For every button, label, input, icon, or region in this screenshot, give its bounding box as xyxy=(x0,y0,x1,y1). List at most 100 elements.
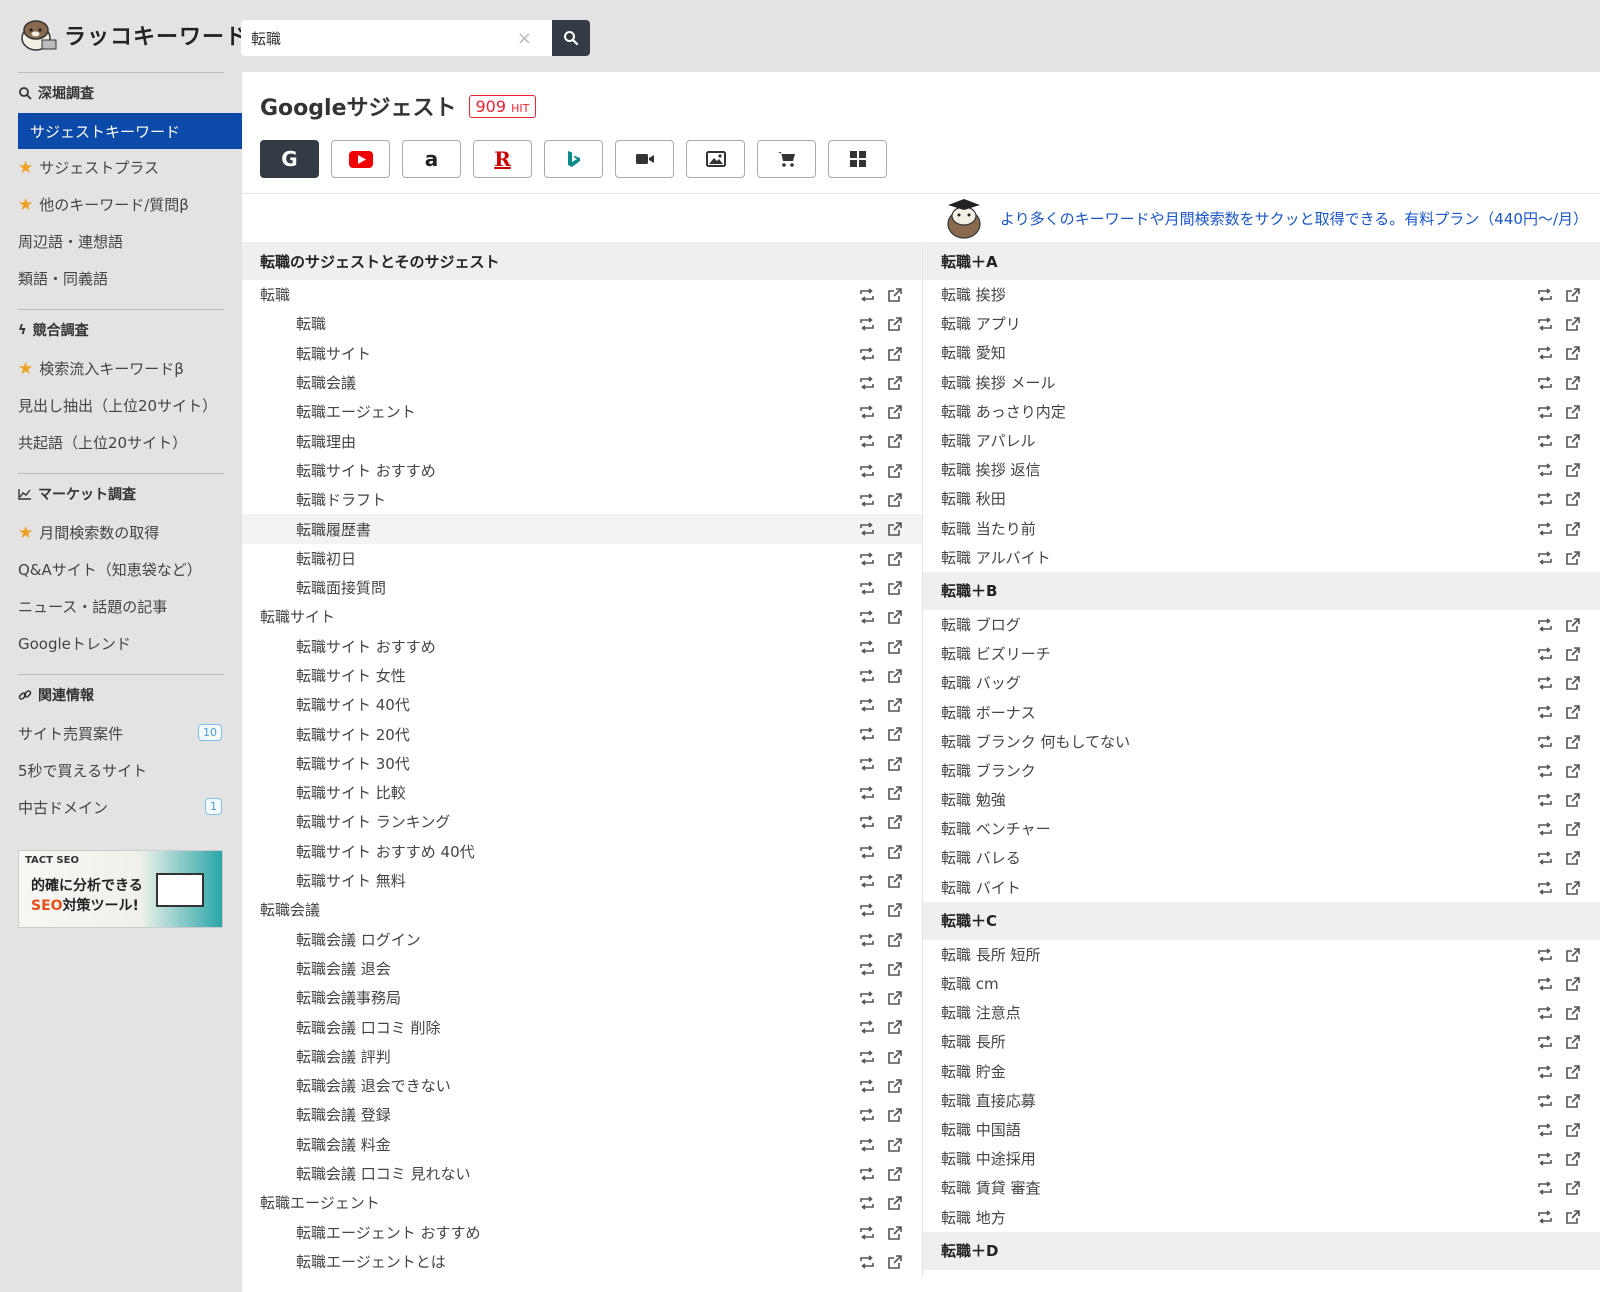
repeat-icon[interactable] xyxy=(858,725,876,743)
external-link-icon[interactable] xyxy=(886,520,904,538)
keyword-row[interactable]: 転職会議 退会 xyxy=(242,954,922,983)
keyword-row[interactable]: 転職サイト おすすめ 40代 xyxy=(242,837,922,866)
keyword-text[interactable]: 転職サイト 無料 xyxy=(296,870,406,891)
keyword-row[interactable]: 転職 中国語 xyxy=(923,1115,1600,1144)
keyword-text[interactable]: 転職 アプリ xyxy=(941,313,1021,334)
sidebar-item-news[interactable]: ニュース・話題の記事 xyxy=(0,588,242,625)
sidebar-item-instant-sites[interactable]: 5秒で買えるサイト xyxy=(0,752,242,789)
repeat-icon[interactable] xyxy=(1536,461,1554,479)
keyword-row[interactable]: 転職 注意点 xyxy=(923,998,1600,1027)
keyword-text[interactable]: 転職 あっさり内定 xyxy=(941,401,1066,422)
repeat-icon[interactable] xyxy=(858,696,876,714)
external-link-icon[interactable] xyxy=(886,1048,904,1066)
external-link-icon[interactable] xyxy=(1564,616,1582,634)
keyword-row[interactable]: 転職サイト おすすめ xyxy=(242,456,922,485)
repeat-icon[interactable] xyxy=(858,1077,876,1095)
keyword-row[interactable]: 転職 ブログ xyxy=(923,610,1600,639)
clear-icon[interactable]: × xyxy=(517,28,532,49)
external-link-icon[interactable] xyxy=(886,931,904,949)
keyword-row[interactable]: 転職エージェント xyxy=(242,397,922,426)
keyword-text[interactable]: 転職 バレる xyxy=(941,847,1021,868)
external-link-icon[interactable] xyxy=(886,667,904,685)
keyword-text[interactable]: 転職 ベンチャー xyxy=(941,818,1051,839)
keyword-text[interactable]: 転職エージェント おすすめ xyxy=(296,1222,480,1243)
keyword-text[interactable]: 転職 ブランク xyxy=(941,760,1036,781)
keyword-text[interactable]: 転職 長所 xyxy=(941,1031,1006,1052)
keyword-row[interactable]: 転職 長所 短所 xyxy=(923,940,1600,969)
external-link-icon[interactable] xyxy=(886,1106,904,1124)
keyword-text[interactable]: 転職面接質問 xyxy=(296,577,386,598)
external-link-icon[interactable] xyxy=(886,462,904,480)
external-link-icon[interactable] xyxy=(1564,1004,1582,1022)
keyword-row[interactable]: 転職会議 料金 xyxy=(242,1130,922,1159)
external-link-icon[interactable] xyxy=(886,1018,904,1036)
sidebar-item-related-words[interactable]: 周辺語・連想語 xyxy=(0,223,242,260)
repeat-icon[interactable] xyxy=(1536,849,1554,867)
repeat-icon[interactable] xyxy=(1536,1179,1554,1197)
keyword-row[interactable]: 転職エージェント おすすめ xyxy=(242,1218,922,1247)
tab-google[interactable]: G xyxy=(260,140,319,178)
keyword-row[interactable]: 転職 バイト xyxy=(923,873,1600,902)
keyword-text[interactable]: 転職エージェント xyxy=(260,1192,380,1213)
keyword-text[interactable]: 転職 ビズリーチ xyxy=(941,643,1051,664)
keyword-text[interactable]: 転職ドラフト xyxy=(296,489,386,510)
keyword-row[interactable]: 転職サイト xyxy=(242,602,922,631)
keyword-row[interactable]: 転職会議 xyxy=(242,895,922,924)
keyword-row[interactable]: 転職 貯金 xyxy=(923,1057,1600,1086)
keyword-text[interactable]: 転職 挨拶 返信 xyxy=(941,459,1041,480)
keyword-text[interactable]: 転職エージェントとは xyxy=(296,1251,446,1272)
external-link-icon[interactable] xyxy=(1564,344,1582,362)
repeat-icon[interactable] xyxy=(1536,549,1554,567)
keyword-text[interactable]: 転職履歴書 xyxy=(296,519,371,540)
external-link-icon[interactable] xyxy=(886,638,904,656)
external-link-icon[interactable] xyxy=(1564,1179,1582,1197)
external-link-icon[interactable] xyxy=(886,813,904,831)
keyword-row[interactable]: 転職 アルバイト xyxy=(923,543,1600,572)
repeat-icon[interactable] xyxy=(1536,1033,1554,1051)
keyword-row[interactable]: 転職サイト 女性 xyxy=(242,661,922,690)
external-link-icon[interactable] xyxy=(1564,461,1582,479)
keyword-row[interactable]: 転職 アパレル xyxy=(923,426,1600,455)
keyword-text[interactable]: 転職 貯金 xyxy=(941,1061,1006,1082)
keyword-text[interactable]: 転職サイト 40代 xyxy=(296,694,410,715)
keyword-text[interactable]: 転職会議 料金 xyxy=(296,1134,391,1155)
keyword-text[interactable]: 転職 注意点 xyxy=(941,1002,1021,1023)
external-link-icon[interactable] xyxy=(1564,432,1582,450)
repeat-icon[interactable] xyxy=(858,931,876,949)
keyword-text[interactable]: 転職 cm xyxy=(941,973,999,994)
keyword-text[interactable]: 転職会議事務局 xyxy=(296,987,401,1008)
keyword-row[interactable]: 転職 ビズリーチ xyxy=(923,639,1600,668)
keyword-text[interactable]: 転職 中途採用 xyxy=(941,1148,1036,1169)
keyword-row[interactable]: 転職会議 登録 xyxy=(242,1100,922,1129)
keyword-text[interactable]: 転職 当たり前 xyxy=(941,518,1036,539)
keyword-text[interactable]: 転職エージェント xyxy=(296,401,416,422)
repeat-icon[interactable] xyxy=(858,345,876,363)
keyword-row[interactable]: 転職サイト おすすめ xyxy=(242,632,922,661)
keyword-row[interactable]: 転職 ブランク xyxy=(923,756,1600,785)
keyword-text[interactable]: 転職 ボーナス xyxy=(941,702,1036,723)
repeat-icon[interactable] xyxy=(1536,1150,1554,1168)
sidebar-item-synonyms[interactable]: 類語・同義語 xyxy=(0,260,242,297)
external-link-icon[interactable] xyxy=(886,403,904,421)
external-link-icon[interactable] xyxy=(886,345,904,363)
keyword-text[interactable]: 転職サイト 女性 xyxy=(296,665,406,686)
keyword-row[interactable]: 転職 当たり前 xyxy=(923,514,1600,543)
keyword-text[interactable]: 転職サイト おすすめ 40代 xyxy=(296,841,475,862)
keyword-row[interactable]: 転職 挨拶 メール xyxy=(923,368,1600,397)
external-link-icon[interactable] xyxy=(1564,791,1582,809)
keyword-text[interactable]: 転職会議 口コミ 見れない xyxy=(296,1163,471,1184)
repeat-icon[interactable] xyxy=(1536,490,1554,508)
keyword-text[interactable]: 転職 愛知 xyxy=(941,342,1006,363)
external-link-icon[interactable] xyxy=(1564,403,1582,421)
repeat-icon[interactable] xyxy=(1536,520,1554,538)
repeat-icon[interactable] xyxy=(1536,703,1554,721)
keyword-row[interactable]: 転職会議 ログイン xyxy=(242,925,922,954)
keyword-row[interactable]: 転職 挨拶 返信 xyxy=(923,455,1600,484)
keyword-text[interactable]: 転職 xyxy=(296,313,326,334)
repeat-icon[interactable] xyxy=(1536,762,1554,780)
repeat-icon[interactable] xyxy=(858,1018,876,1036)
keyword-text[interactable]: 転職サイト おすすめ xyxy=(296,636,436,657)
keyword-text[interactable]: 転職 アパレル xyxy=(941,430,1035,451)
keyword-text[interactable]: 転職サイト 30代 xyxy=(296,753,410,774)
keyword-text[interactable]: 転職サイト ランキング xyxy=(296,811,450,832)
